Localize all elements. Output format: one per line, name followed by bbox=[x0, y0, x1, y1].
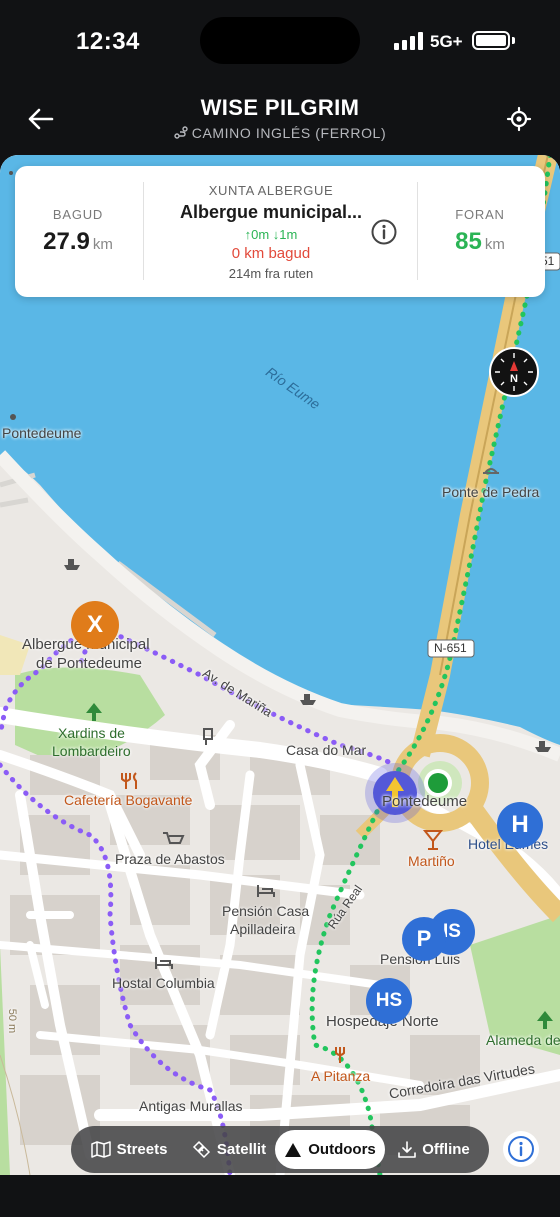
distance-behind: 0 km bagud bbox=[231, 245, 311, 262]
label-elevation-50: 50 m bbox=[6, 1008, 19, 1034]
status-bar: 12:34 5G+ bbox=[0, 0, 560, 82]
crosshair-icon bbox=[506, 106, 532, 132]
map-layer-switcher: Streets Satellit Outdoors Offline bbox=[71, 1126, 489, 1173]
albergue-marker[interactable]: X bbox=[71, 601, 119, 649]
layer-satellit-label: Satellit bbox=[216, 1141, 267, 1158]
layer-streets[interactable]: Streets bbox=[79, 1130, 179, 1169]
label-martino: Martiño bbox=[408, 853, 455, 869]
compass-icon: N bbox=[495, 353, 533, 391]
locate-button[interactable] bbox=[500, 100, 538, 138]
label-pension-casa-2: Apilladeira bbox=[230, 921, 296, 937]
ahead-number: 85 bbox=[455, 228, 482, 255]
battery-icon bbox=[472, 31, 510, 50]
parking-marker[interactable]: P bbox=[402, 917, 446, 961]
label-ponte-de-pedra: Ponte de Pedra bbox=[442, 484, 540, 500]
ahead-value: 85 km bbox=[420, 228, 540, 256]
stage-info-card[interactable]: BAGUD 27.9 km XUNTA ALBERGUE Albergue mun… bbox=[15, 166, 545, 297]
card-divider-right bbox=[417, 182, 418, 280]
behind-number: 27.9 bbox=[43, 228, 90, 255]
label-praza-abastos: Praza de Abastos bbox=[115, 851, 225, 867]
home-indicator-area bbox=[0, 1175, 560, 1217]
layer-offline[interactable]: Offline bbox=[385, 1130, 483, 1169]
albergue-name: Albergue municipal... bbox=[179, 202, 363, 222]
layer-streets-label: Streets bbox=[116, 1141, 168, 1158]
label-cafeteria: Cafetería Bogavante bbox=[64, 792, 193, 808]
hotel-marker[interactable]: H bbox=[497, 802, 543, 848]
label-pension-casa-1: Pensión Casa bbox=[222, 903, 310, 919]
network-type: 5G+ bbox=[430, 32, 463, 51]
page-title: WISE PILGRIM bbox=[200, 95, 360, 120]
satellite-icon bbox=[192, 1140, 210, 1159]
mountain-icon bbox=[285, 1142, 302, 1157]
layer-offline-label: Offline bbox=[422, 1141, 470, 1158]
label-albergue-line2: de Pontedeume bbox=[36, 655, 142, 672]
map-info-button[interactable] bbox=[503, 1131, 539, 1167]
label-casa-do-mar: Casa do Mar bbox=[286, 742, 367, 758]
behind-value: 27.9 km bbox=[18, 228, 138, 256]
elevation-change: ↑0m ↓1m bbox=[244, 227, 298, 242]
battery-tip bbox=[512, 37, 515, 44]
label-pontedeume-west: Pontedeume bbox=[2, 425, 82, 441]
info-circle-icon bbox=[371, 219, 397, 245]
route-icon bbox=[174, 126, 188, 139]
app-header: WISE PILGRIM CAMINO INGLÉS (FERROL) bbox=[0, 82, 560, 156]
hostal-marker[interactable]: HS bbox=[366, 978, 412, 1024]
label-alameda: Alameda de bbox=[486, 1032, 560, 1048]
label-xardins-line1: Xardins de bbox=[58, 725, 125, 741]
status-time: 12:34 bbox=[76, 28, 140, 55]
ahead-unit: km bbox=[484, 236, 505, 253]
behind-unit: km bbox=[92, 236, 113, 253]
compass-letter: N bbox=[510, 373, 518, 385]
layer-outdoors-label: Outdoors bbox=[308, 1141, 376, 1158]
ahead-label: FORAN bbox=[455, 207, 505, 222]
distance-from-route: 214m fra ruten bbox=[228, 266, 314, 281]
route-subtitle: CAMINO INGLÉS (FERROL) bbox=[0, 125, 560, 141]
compass-button[interactable]: N bbox=[489, 347, 539, 397]
dynamic-island bbox=[200, 17, 360, 64]
info-button[interactable] bbox=[370, 218, 398, 246]
layer-satellit[interactable]: Satellit bbox=[181, 1130, 277, 1169]
label-hostal-columbia: Hostal Columbia bbox=[112, 975, 215, 991]
map-icon bbox=[90, 1141, 111, 1158]
route-name: CAMINO INGLÉS (FERROL) bbox=[191, 125, 387, 141]
layer-outdoors[interactable]: Outdoors bbox=[275, 1130, 385, 1169]
label-road-n651: N-651 bbox=[434, 641, 467, 655]
signal-icon bbox=[394, 32, 424, 50]
label-xardins-line2: Lombardeiro bbox=[52, 743, 131, 759]
albergue-type: XUNTA ALBERGUE bbox=[208, 183, 334, 198]
label-a-pitanza: A Pitanza bbox=[311, 1068, 371, 1084]
map-view[interactable]: Río Eume Pontedeume Ponte de Pedra N-651… bbox=[0, 155, 560, 1175]
download-icon bbox=[398, 1140, 417, 1158]
behind-label: BAGUD bbox=[52, 207, 104, 222]
info-icon bbox=[508, 1136, 534, 1162]
label-pontedeume: Pontedeume bbox=[382, 793, 468, 810]
label-antigas-murallas: Antigas Murallas bbox=[139, 1098, 243, 1114]
